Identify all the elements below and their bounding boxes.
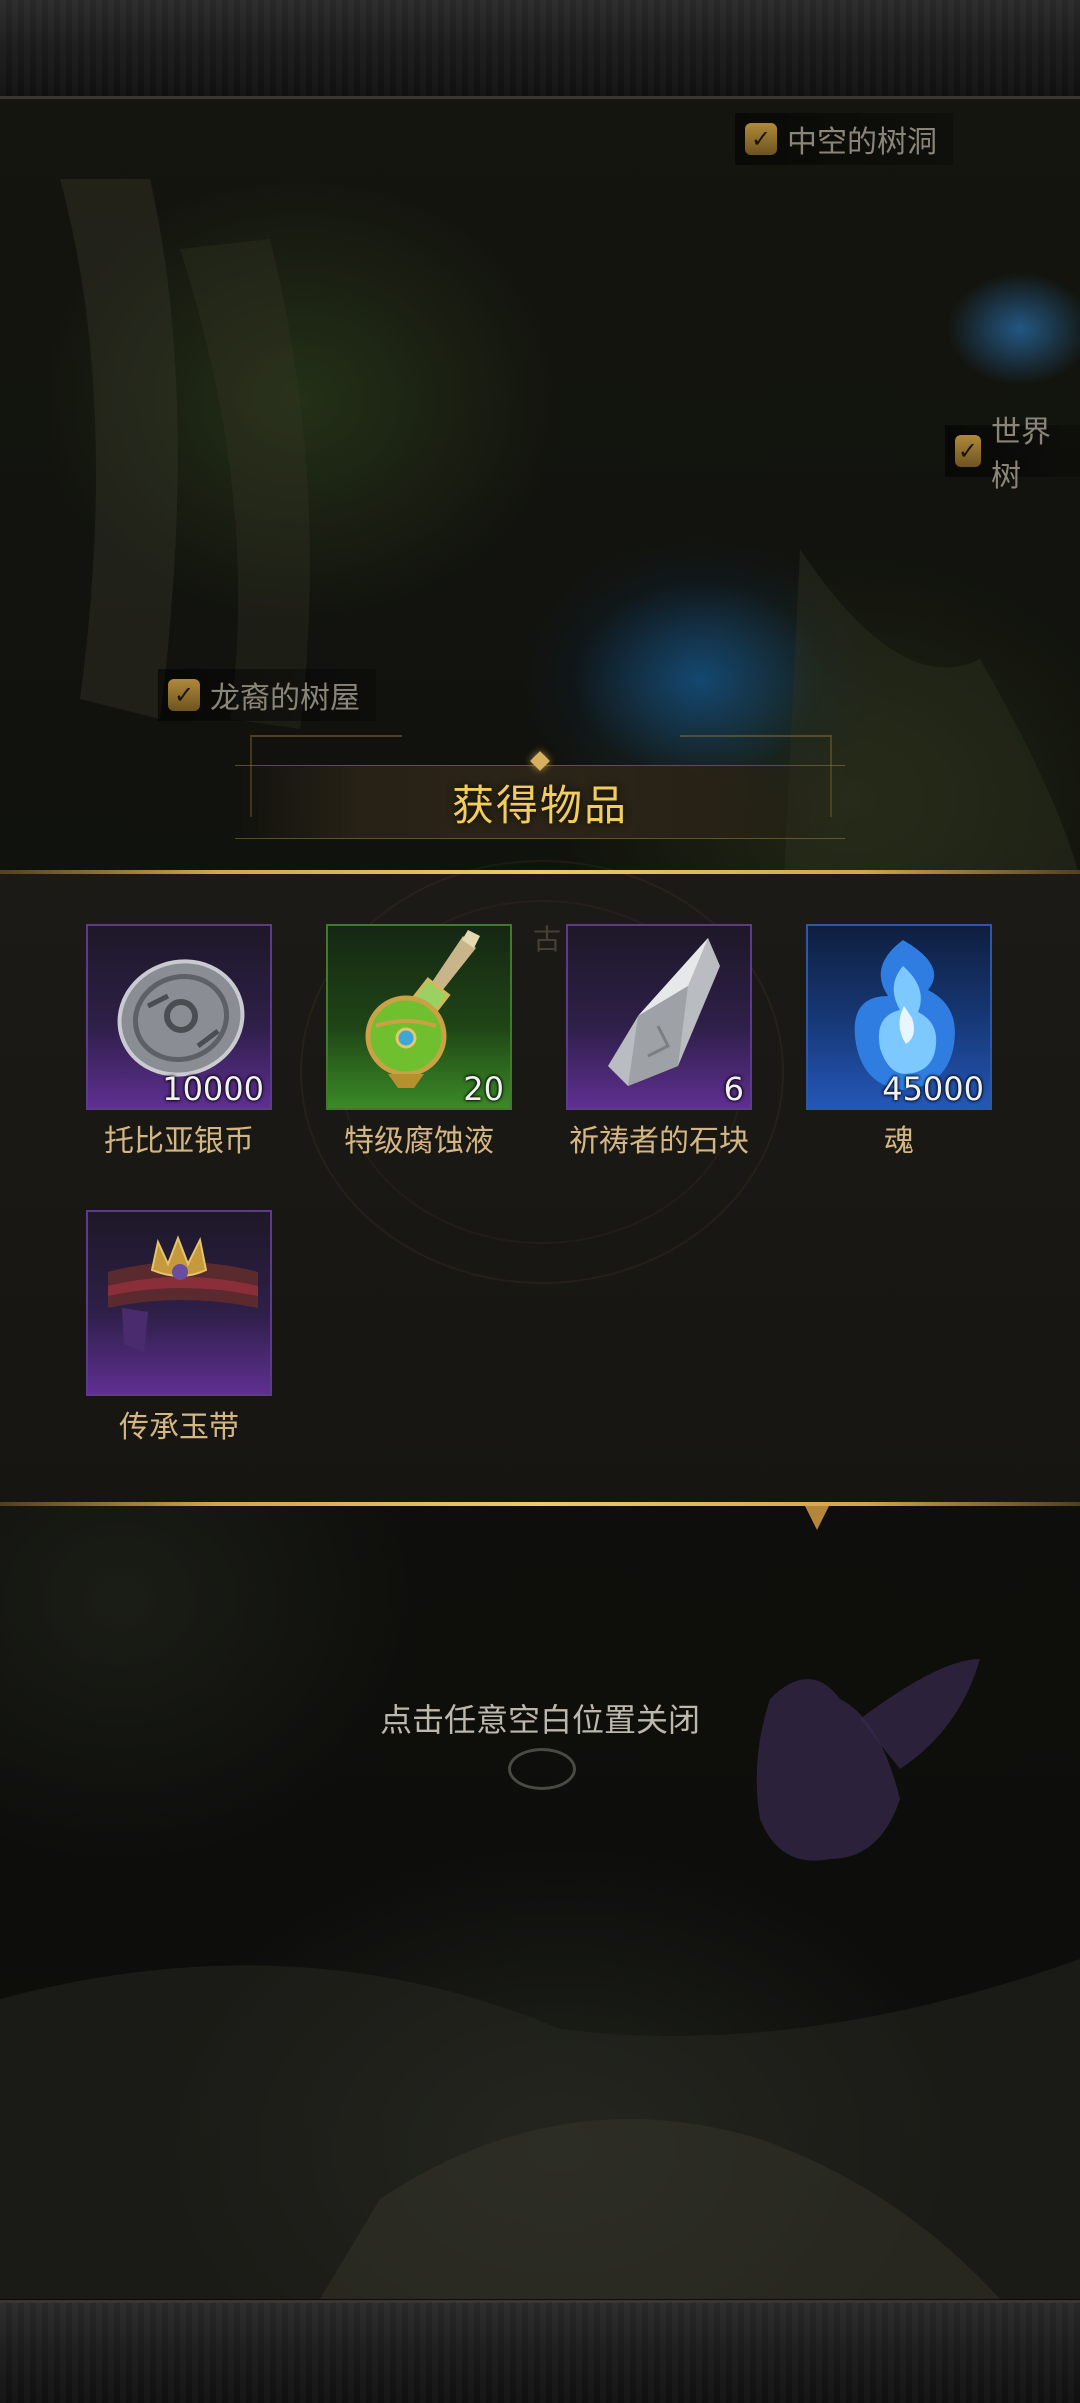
- item-slot[interactable]: 20: [326, 924, 512, 1110]
- top-frame-bar: [0, 0, 1080, 99]
- reward-item[interactable]: 6 祈祷者的石块: [566, 924, 752, 1160]
- partial-map-marker: 古: [533, 923, 562, 956]
- item-slot[interactable]: [86, 1210, 272, 1396]
- item-name: 托比亚银币: [104, 1124, 254, 1159]
- close-hint-text: 点击任意空白位置关闭: [379, 1701, 700, 1739]
- reward-panel: 古 10000 托比亚银币 20 特级腐蚀液 6 祈祷者的石块 45000 魂 …: [0, 860, 1080, 1530]
- item-name: 特级腐蚀液: [344, 1124, 494, 1159]
- check-icon: ✓: [955, 435, 981, 467]
- panel-bottom-border: [0, 1502, 1080, 1506]
- belt-icon: [108, 1235, 258, 1352]
- bottom-frame-bar: [0, 2300, 1080, 2403]
- item-slot[interactable]: 45000: [806, 924, 992, 1110]
- map-label-dragon-treehouse[interactable]: ✓ 龙裔的树屋: [158, 669, 376, 721]
- item-name: 祈祷者的石块: [569, 1124, 749, 1159]
- reward-item[interactable]: 45000 魂: [806, 924, 992, 1160]
- map-label-world-tree[interactable]: ✓ 世界树: [945, 415, 1080, 494]
- tap-ring-icon: [508, 1748, 576, 1790]
- reward-item[interactable]: 10000 托比亚银币: [86, 924, 272, 1160]
- item-slot[interactable]: 10000: [86, 924, 272, 1110]
- item-name: 传承玉带: [119, 1410, 239, 1445]
- panel-arrow-ornament: [805, 1506, 829, 1530]
- check-icon: ✓: [745, 123, 777, 155]
- reward-item[interactable]: 传承玉带: [86, 1210, 272, 1446]
- item-quantity: 10000: [162, 1070, 264, 1108]
- reward-title-banner: 获得物品: [235, 765, 845, 839]
- map-label-text: 中空的树洞: [787, 125, 937, 160]
- item-slot[interactable]: 6: [566, 924, 752, 1110]
- item-name: 魂: [884, 1124, 914, 1159]
- dragon-figure: [756, 1659, 980, 1861]
- map-label-text: 世界树: [990, 415, 1051, 494]
- item-quantity: 45000: [882, 1070, 984, 1108]
- reward-title: 获得物品: [451, 780, 628, 830]
- item-quantity: 20: [463, 1070, 504, 1108]
- check-icon: ✓: [168, 679, 200, 711]
- reward-item[interactable]: 20 特级腐蚀液: [326, 924, 512, 1160]
- map-label-hollow-tree[interactable]: ✓ 中空的树洞: [735, 113, 953, 165]
- map-label-text: 龙裔的树屋: [210, 681, 360, 716]
- panel-top-border: [0, 870, 1080, 874]
- item-quantity: 6: [723, 1070, 744, 1108]
